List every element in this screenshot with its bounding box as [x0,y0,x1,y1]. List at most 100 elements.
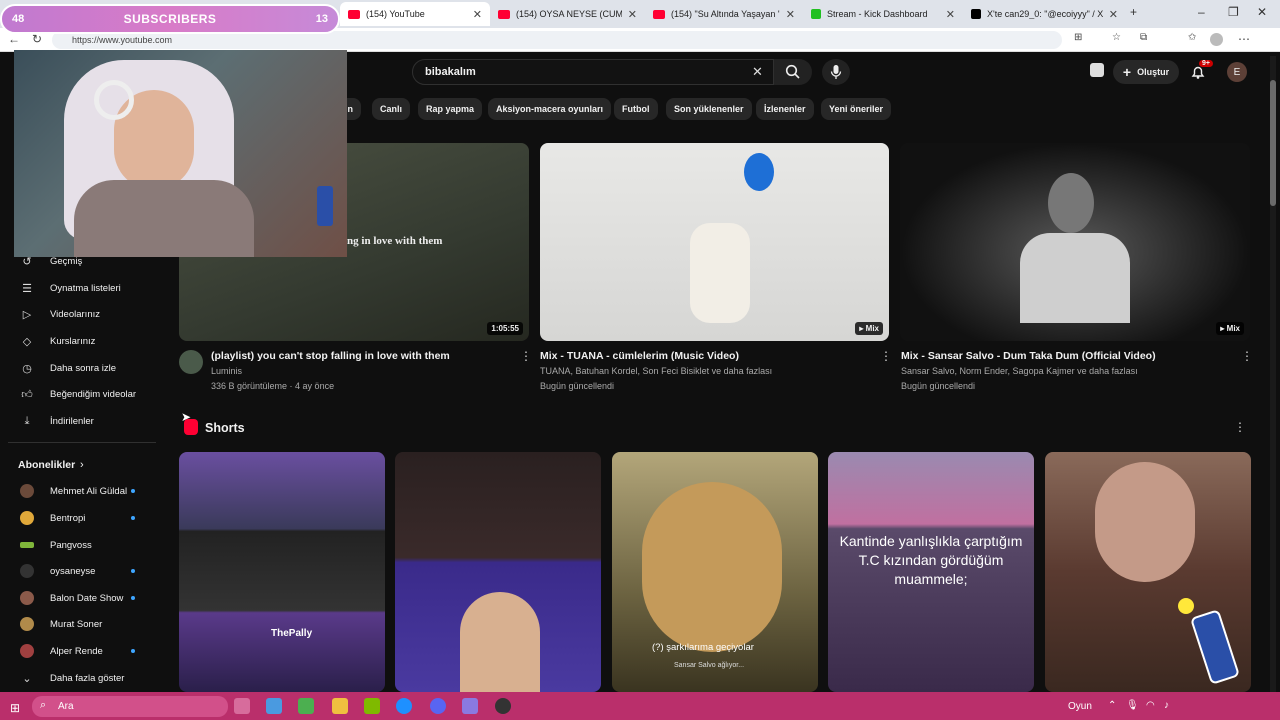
store-icon[interactable] [364,698,380,714]
close-icon[interactable]: ✕ [786,8,795,21]
sidebar-item-label: Geçmiş [50,255,83,267]
sidebar-sub-mehmet[interactable]: Mehmet Ali Güldal [0,478,156,504]
new-content-dot [131,569,135,573]
profile-icon[interactable] [1210,33,1223,46]
app-icon[interactable] [495,698,511,714]
taskbar-search[interactable]: ⌕ Ara [32,696,228,717]
extensions-icon[interactable]: ⧉ [1140,32,1147,43]
wifi-icon[interactable]: ◠ [1146,700,1155,711]
short-1[interactable]: ThePally [179,452,385,692]
favorite-icon[interactable]: ☆ [1112,32,1121,43]
more-icon[interactable]: ⋯ [1238,32,1250,46]
short-4[interactable]: Kantinde yanlışlıkla çarptığım T.C kızın… [828,452,1034,692]
chip-aksiyon[interactable]: Aksiyon-macera oyunları [488,98,612,120]
tab-oysa[interactable]: (154) OYSA NEYSE (CUMHURİYET ✕ [490,2,645,26]
subscriptions-header[interactable]: Abonelikler › [0,452,156,478]
sidebar-sub-pangvoss[interactable]: Pangvoss [0,532,156,558]
chevron-up-icon[interactable]: ⌃ [1108,700,1116,711]
search-button[interactable] [774,59,812,85]
sidebar-item-downloads[interactable]: ⤓ İndirilenler [0,408,156,434]
clear-search-icon[interactable]: ✕ [752,64,763,80]
close-icon[interactable]: ✕ [473,8,482,21]
channel-avatar[interactable] [179,350,203,374]
sidebar-item-courses[interactable]: ◇ Kurslarınız [0,328,156,354]
chip-yeni-oneriler[interactable]: Yeni öneriler [821,98,892,120]
sidebar-item-playlists[interactable]: ☰ Oynatma listeleri [0,275,156,301]
favorites-icon[interactable]: ✩ [1188,32,1196,43]
tab-youtube[interactable]: (154) YouTube ✕ [340,2,490,26]
account-avatar[interactable]: E [1227,62,1247,82]
obs-icon[interactable] [462,698,478,714]
more-vert-icon[interactable]: ⋮ [880,349,892,363]
video-meta-3: Bugün güncellendi [901,381,976,391]
create-button[interactable]: + Oluştur [1113,60,1179,84]
more-vert-icon[interactable]: ⋮ [1234,420,1246,434]
voice-search-button[interactable] [822,59,850,85]
channel-name-2[interactable]: TUANA, Batuhan Kordel, Son Feci Bisiklet… [540,366,772,376]
back-icon[interactable]: ← [8,32,20,46]
widget-label[interactable]: Oyun [1068,701,1092,712]
video-title-1[interactable]: (playlist) you can't stop falling in lov… [211,350,450,362]
more-vert-icon[interactable]: ⋮ [1241,349,1253,363]
chip-futbol[interactable]: Futbol [614,98,658,120]
restore-icon[interactable]: ❐ [1228,5,1239,19]
person-body-shape [74,180,254,257]
chrome-icon[interactable] [298,698,314,714]
new-content-dot [131,516,135,520]
sidebar-sub-balon[interactable]: Balon Date Show [0,585,156,611]
video-thumbnail-2[interactable]: ▸ Mix [540,143,889,341]
short-2[interactable] [395,452,601,692]
channel-name-3[interactable]: Sansar Salvo, Norm Ender, Sagopa Kajmer … [901,366,1138,376]
sidebar-item-label: oysaneyse [50,565,96,577]
close-icon[interactable]: ✕ [946,8,955,21]
sidebar-sub-alper[interactable]: Alper Rende [0,638,156,664]
channel-name-1[interactable]: Luminis [211,366,242,376]
chip-son-yuklenenler[interactable]: Son yüklenenler [666,98,752,120]
tab-kick[interactable]: Stream - Kick Dashboard ✕ [803,2,963,26]
avatar [20,644,34,658]
short-3[interactable]: (?) şarkılarıma geçiyolar Sansar Salvo a… [612,452,818,692]
tab-x[interactable]: X'te can29_0: "@ecoiyyy" / X ✕ [963,2,1126,26]
mic-tray-icon[interactable]: 🎙︎ [1126,700,1139,711]
video-meta-2: Bugün güncellendi [540,381,615,391]
scrollbar[interactable] [1270,56,1276,692]
sidebar-item-liked[interactable]: 👍︎ Beğendiğim videolar [0,381,156,407]
discord-icon[interactable] [430,698,446,714]
window-close-icon[interactable]: ✕ [1257,5,1267,19]
mouse-cursor-icon: ➤ [181,410,192,424]
video-title-2[interactable]: Mix - TUANA - cümlelerim (Music Video) [540,350,739,362]
courses-icon: ◇ [22,335,32,348]
minimize-icon[interactable]: – [1198,5,1205,19]
tab-balik[interactable]: (154) "Su Altında Yaşayan 'Balık İn ✕ [645,2,803,26]
file-explorer-icon[interactable] [332,698,348,714]
gemini-icon[interactable] [1090,63,1104,77]
search-input[interactable]: bibakalım [412,59,774,85]
short-overlay-text: Kantinde yanlışlıkla çarptığım T.C kızın… [839,533,1023,587]
volume-icon[interactable]: ♪ [1164,700,1169,711]
avatar [20,564,34,578]
close-icon[interactable]: ✕ [1109,8,1118,21]
edge-icon[interactable] [396,698,412,714]
sidebar-sub-murat[interactable]: Murat Soner [0,611,156,637]
chip-canli[interactable]: Canlı [372,98,411,120]
windows-start-icon[interactable]: ⊞ [10,701,20,715]
task-view-icon[interactable] [234,698,250,714]
copilot-icon[interactable] [266,698,282,714]
chip-izlenenler[interactable]: İzlenenler [756,98,814,120]
reload-icon[interactable]: ↻ [32,32,42,46]
video-title-3[interactable]: Mix - Sansar Salvo - Dum Taka Dum (Offic… [901,350,1156,362]
notifications-button[interactable]: 9+ [1190,60,1213,80]
sidebar-show-more[interactable]: ⌄ Daha fazla göster [0,665,156,691]
new-tab-icon[interactable]: + [1130,5,1137,19]
sidebar-item-your-videos[interactable]: ▷ Videolarınız [0,301,156,327]
sidebar-sub-oysaneyse[interactable]: oysaneyse [0,558,156,584]
video-thumbnail-3[interactable]: ▸ Mix [900,143,1250,341]
more-vert-icon[interactable]: ⋮ [520,349,532,363]
chip-rap[interactable]: Rap yapma [418,98,483,120]
close-icon[interactable]: ✕ [628,8,637,21]
scrollbar-thumb[interactable] [1270,80,1276,206]
your-videos-icon: ▷ [22,308,32,321]
sidebar-item-watch-later[interactable]: ◷ Daha sonra izle [0,355,156,381]
apps-icon[interactable]: ⊞ [1074,32,1082,43]
sidebar-sub-bentropi[interactable]: Bentropi [0,505,156,531]
